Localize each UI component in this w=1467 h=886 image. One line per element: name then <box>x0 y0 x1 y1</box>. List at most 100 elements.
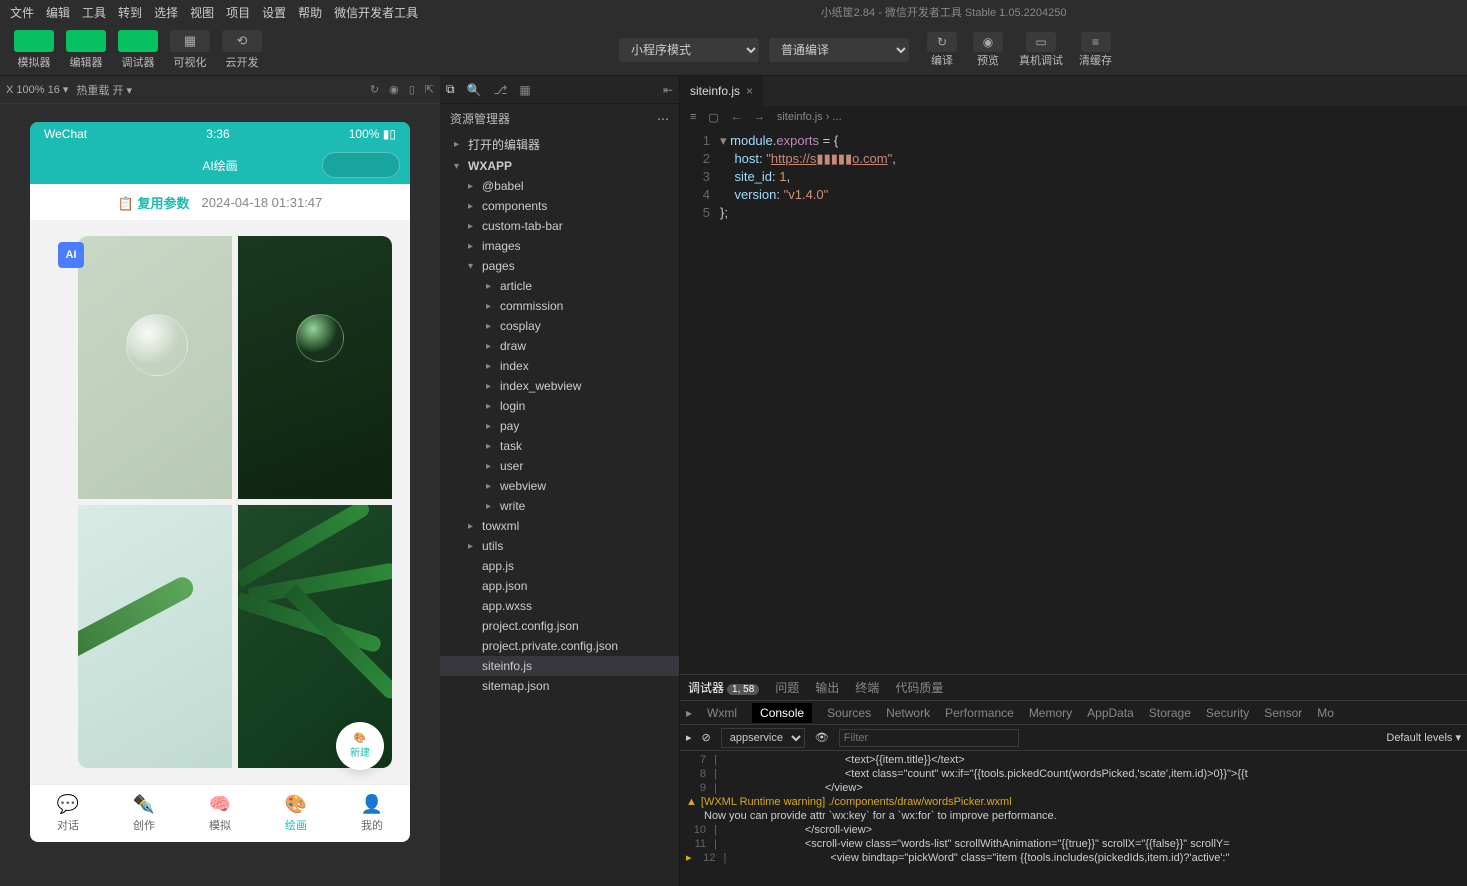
hot-reload-dropdown[interactable]: 热重载 开 ▾ <box>76 82 132 98</box>
menu-view[interactable]: 视图 <box>184 4 220 21</box>
tab-draw[interactable]: 🎨绘画 <box>258 785 334 842</box>
folder-babel[interactable]: ▸@babel <box>440 176 679 196</box>
devtab-console[interactable]: Console <box>752 703 812 723</box>
devtab-security[interactable]: Security <box>1206 706 1249 720</box>
toggle-cloud[interactable]: ⟲云开发 <box>218 28 266 72</box>
menu-goto[interactable]: 转到 <box>112 4 148 21</box>
tab-output[interactable]: 输出 <box>815 679 839 696</box>
devtab-elements-icon[interactable]: ▸ <box>686 706 692 720</box>
capsule-button[interactable] <box>322 152 400 178</box>
folder-commission[interactable]: ▸commission <box>440 296 679 316</box>
file-siteinfo[interactable]: siteinfo.js <box>440 656 679 676</box>
root-folder[interactable]: ▾WXAPP <box>440 156 679 176</box>
devtab-wxml[interactable]: Wxml <box>707 706 737 720</box>
folder-pay[interactable]: ▸pay <box>440 416 679 436</box>
reuse-params-button[interactable]: 📋 复用参数 <box>118 193 190 212</box>
tab-debugger[interactable]: 调试器1, 58 <box>688 679 759 696</box>
tab-create[interactable]: ✒️创作 <box>106 785 182 842</box>
toggle-visualize[interactable]: ▦可视化 <box>166 28 214 72</box>
tab-me[interactable]: 👤我的 <box>334 785 410 842</box>
folder-pages[interactable]: ▾pages <box>440 256 679 276</box>
back-icon[interactable]: ← <box>731 111 742 123</box>
folder-images[interactable]: ▸images <box>440 236 679 256</box>
toggle-simulator[interactable]: 模拟器 <box>10 28 58 72</box>
folder-write[interactable]: ▸write <box>440 496 679 516</box>
search-icon[interactable]: 🔍 <box>467 83 482 97</box>
file-appwxss[interactable]: app.wxss <box>440 596 679 616</box>
close-icon[interactable]: × <box>746 84 753 98</box>
folder-webview[interactable]: ▸webview <box>440 476 679 496</box>
filter-input[interactable] <box>839 729 1019 747</box>
folder-index[interactable]: ▸index <box>440 356 679 376</box>
devtab-appdata[interactable]: AppData <box>1087 706 1134 720</box>
tab-simulate[interactable]: 🧠模拟 <box>182 785 258 842</box>
devtab-network[interactable]: Network <box>886 706 930 720</box>
devtab-sources[interactable]: Sources <box>827 706 871 720</box>
folder-indexwebview[interactable]: ▸index_webview <box>440 376 679 396</box>
compile-select[interactable]: 普通编译 <box>769 38 909 62</box>
toggle-editor[interactable]: 编辑器 <box>62 28 110 72</box>
breadcrumb[interactable]: siteinfo.js › ... <box>777 111 842 123</box>
devtab-storage[interactable]: Storage <box>1149 706 1191 720</box>
fab-new-button[interactable]: 🎨新建 <box>336 722 384 770</box>
folder-login[interactable]: ▸login <box>440 396 679 416</box>
device-icon[interactable]: ▯ <box>409 83 415 96</box>
remote-debug-button[interactable]: ▭真机调试 <box>1011 30 1071 70</box>
file-appjson[interactable]: app.json <box>440 576 679 596</box>
menu-file[interactable]: 文件 <box>4 4 40 21</box>
code-editor[interactable]: 12345 ▾ module.exports = { host: "https:… <box>680 128 1467 674</box>
folder-customtabbar[interactable]: ▸custom-tab-bar <box>440 216 679 236</box>
console-sidebar-icon[interactable]: ▸ <box>686 731 692 744</box>
collapse-icon[interactable]: ⇤ <box>663 83 673 97</box>
menu-help[interactable]: 帮助 <box>292 4 328 21</box>
menu-tools[interactable]: 工具 <box>76 4 112 21</box>
devtab-performance[interactable]: Performance <box>945 706 1014 720</box>
folder-task[interactable]: ▸task <box>440 436 679 456</box>
file-sitemap[interactable]: sitemap.json <box>440 676 679 696</box>
mode-select[interactable]: 小程序模式 <box>619 38 759 62</box>
preview-button[interactable]: ◉预览 <box>965 30 1011 70</box>
editor-tab-siteinfo[interactable]: siteinfo.js× <box>680 76 764 106</box>
tab-chat[interactable]: 💬对话 <box>30 785 106 842</box>
zoom-dropdown[interactable]: X 100% 16 ▾ <box>6 83 68 96</box>
eye-icon[interactable]: 👁 <box>815 731 829 744</box>
sourcecontrol-icon[interactable]: ⎇ <box>494 83 508 97</box>
devtab-more[interactable]: Mo <box>1317 706 1334 720</box>
record-icon[interactable]: ◉ <box>389 83 399 96</box>
tab-quality[interactable]: 代码质量 <box>895 679 943 696</box>
context-select[interactable]: appservice <box>721 728 805 748</box>
levels-dropdown[interactable]: Default levels ▾ <box>1386 731 1461 744</box>
refresh-icon[interactable]: ↻ <box>370 83 379 96</box>
menu-select[interactable]: 选择 <box>148 4 184 21</box>
folder-article[interactable]: ▸article <box>440 276 679 296</box>
file-projectprivate[interactable]: project.private.config.json <box>440 636 679 656</box>
clear-cache-button[interactable]: ≡清缓存 <box>1071 30 1120 70</box>
compile-button[interactable]: ↻编译 <box>919 30 965 70</box>
bookmark-icon[interactable]: ▢ <box>708 111 718 124</box>
tab-issues[interactable]: 问题 <box>775 679 799 696</box>
folder-utils[interactable]: ▸utils <box>440 536 679 556</box>
file-projectconfig[interactable]: project.config.json <box>440 616 679 636</box>
menu-settings[interactable]: 设置 <box>256 4 292 21</box>
image-grid[interactable] <box>78 236 392 768</box>
menu-edit[interactable]: 编辑 <box>40 4 76 21</box>
more-icon[interactable]: ⋯ <box>657 112 669 126</box>
list-icon[interactable]: ≡ <box>690 111 696 123</box>
menu-project[interactable]: 项目 <box>220 4 256 21</box>
devtab-sensor[interactable]: Sensor <box>1264 706 1302 720</box>
tab-terminal[interactable]: 终端 <box>855 679 879 696</box>
open-editors-section[interactable]: ▸打开的编辑器 <box>440 133 679 156</box>
thumb-1[interactable] <box>78 236 232 499</box>
detach-icon[interactable]: ⇱ <box>425 83 434 96</box>
console-output[interactable]: 7|<text>{{item.title}}</text> 8|<text cl… <box>680 751 1467 886</box>
toggle-debugger[interactable]: 调试器 <box>114 28 162 72</box>
extensions-icon[interactable]: ▦ <box>519 83 530 97</box>
folder-cosplay[interactable]: ▸cosplay <box>440 316 679 336</box>
folder-draw[interactable]: ▸draw <box>440 336 679 356</box>
folder-user[interactable]: ▸user <box>440 456 679 476</box>
file-appjs[interactable]: app.js <box>440 556 679 576</box>
explorer-tab-icon[interactable]: ⧉ <box>446 82 455 97</box>
thumb-2[interactable] <box>238 236 392 499</box>
thumb-3[interactable] <box>78 505 232 768</box>
devtab-memory[interactable]: Memory <box>1029 706 1072 720</box>
